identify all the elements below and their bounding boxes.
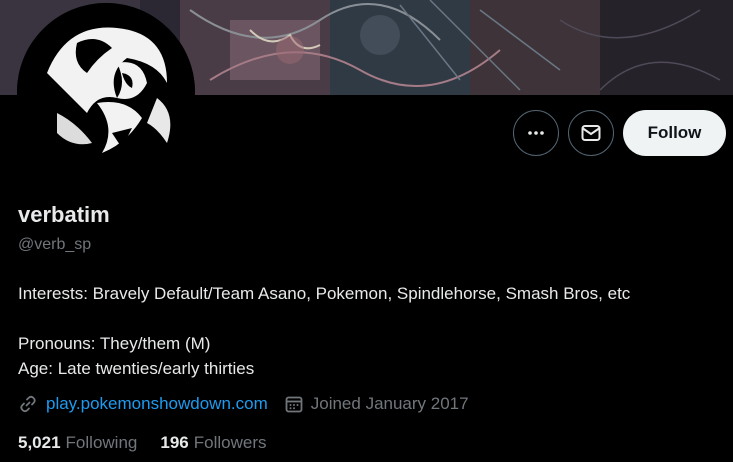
mail-icon	[580, 122, 602, 144]
joined-date: Joined January 2017	[310, 394, 469, 413]
user-handle: @verb_sp	[18, 236, 92, 253]
followers-stat[interactable]: 196 Followers	[160, 433, 266, 453]
display-name: verbatim	[18, 202, 110, 227]
bio-line: Pronouns: They/them (M)	[18, 334, 211, 353]
calendar-icon	[284, 394, 304, 414]
more-options-button[interactable]	[513, 110, 559, 156]
following-stat[interactable]: 5,021 Following	[18, 433, 137, 453]
following-count: 5,021	[18, 433, 61, 452]
profile-meta: play.pokemonshowdown.com Joined January …	[18, 394, 469, 414]
followers-label: Followers	[193, 433, 267, 452]
followers-count: 196	[160, 433, 189, 452]
follow-stats: 5,021 Following 196 Followers	[18, 433, 289, 453]
more-dots-icon	[526, 123, 546, 143]
profile-avatar[interactable]	[17, 3, 195, 181]
bio-line: Age: Late twenties/early thirties	[18, 359, 255, 378]
website-link[interactable]: play.pokemonshowdown.com	[46, 394, 268, 414]
link-icon	[18, 394, 38, 414]
follow-button[interactable]: Follow	[623, 110, 726, 156]
profile-bio: Interests: Bravely Default/Team Asano, P…	[18, 281, 630, 381]
bio-line: Interests: Bravely Default/Team Asano, P…	[18, 284, 631, 303]
following-label: Following	[65, 433, 138, 452]
message-button[interactable]	[568, 110, 614, 156]
